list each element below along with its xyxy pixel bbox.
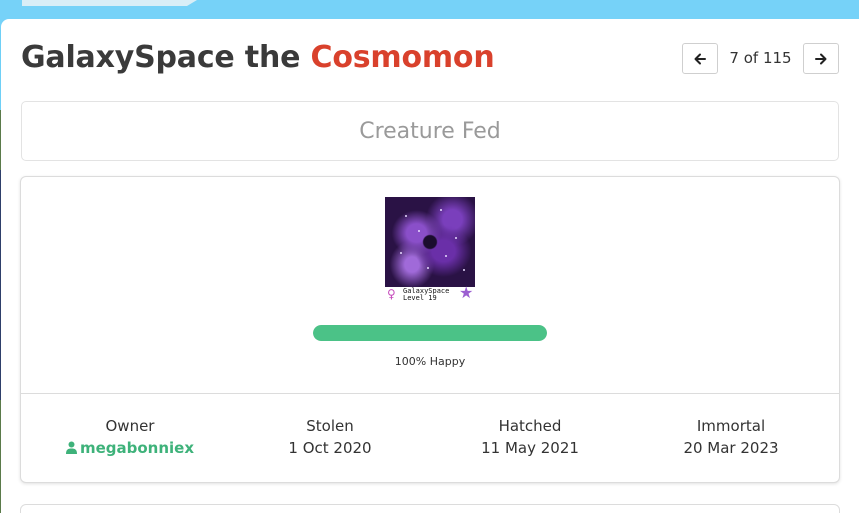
happiness-label: 100% Happy — [394, 355, 466, 368]
next-button[interactable] — [803, 43, 839, 74]
stat-owner: Owner megabonniex — [30, 417, 230, 457]
stolen-date: 1 Oct 2020 — [288, 439, 372, 457]
creature-species: Cosmomon — [310, 40, 495, 75]
stat-stolen: Stolen 1 Oct 2020 — [230, 417, 430, 457]
user-icon — [65, 441, 77, 454]
creature-image[interactable] — [385, 197, 475, 287]
creature-card: ♀ GalaxySpace Level 19 ★ 100% Happy Owne… — [20, 176, 840, 483]
owner-label: Owner — [105, 417, 155, 435]
pager-position: 7 of 115 — [729, 49, 792, 67]
creature-tag-level: Level 19 — [403, 294, 437, 302]
creature-tag: ♀ GalaxySpace Level 19 ★ — [387, 283, 477, 303]
stat-immortal: Immortal 20 Mar 2023 — [631, 417, 831, 457]
arrow-right-icon — [815, 53, 827, 64]
arrow-left-icon — [694, 53, 706, 64]
background-decoration — [22, 0, 197, 6]
divider — [21, 393, 839, 394]
stolen-label: Stolen — [306, 417, 354, 435]
star-icon: ★ — [459, 283, 474, 302]
creature-name: GalaxySpace the — [21, 40, 311, 75]
owner-name: megabonniex — [79, 439, 195, 457]
immortal-label: Immortal — [696, 417, 766, 435]
status-message: Creature Fed — [21, 101, 839, 161]
immortal-date: 20 Mar 2023 — [683, 439, 779, 457]
status-text: Creature Fed — [359, 118, 501, 144]
owner-link[interactable]: megabonniex — [30, 439, 230, 457]
next-card — [20, 504, 840, 513]
happiness-bar-fill — [313, 325, 547, 341]
hatched-label: Hatched — [498, 417, 562, 435]
hatched-date: 11 May 2021 — [481, 439, 579, 457]
previous-button[interactable] — [682, 43, 718, 74]
happiness-bar — [313, 325, 547, 341]
stat-hatched: Hatched 11 May 2021 — [430, 417, 630, 457]
female-icon: ♀ — [387, 287, 396, 301]
page-title: GalaxySpace the Cosmomon — [21, 40, 495, 75]
